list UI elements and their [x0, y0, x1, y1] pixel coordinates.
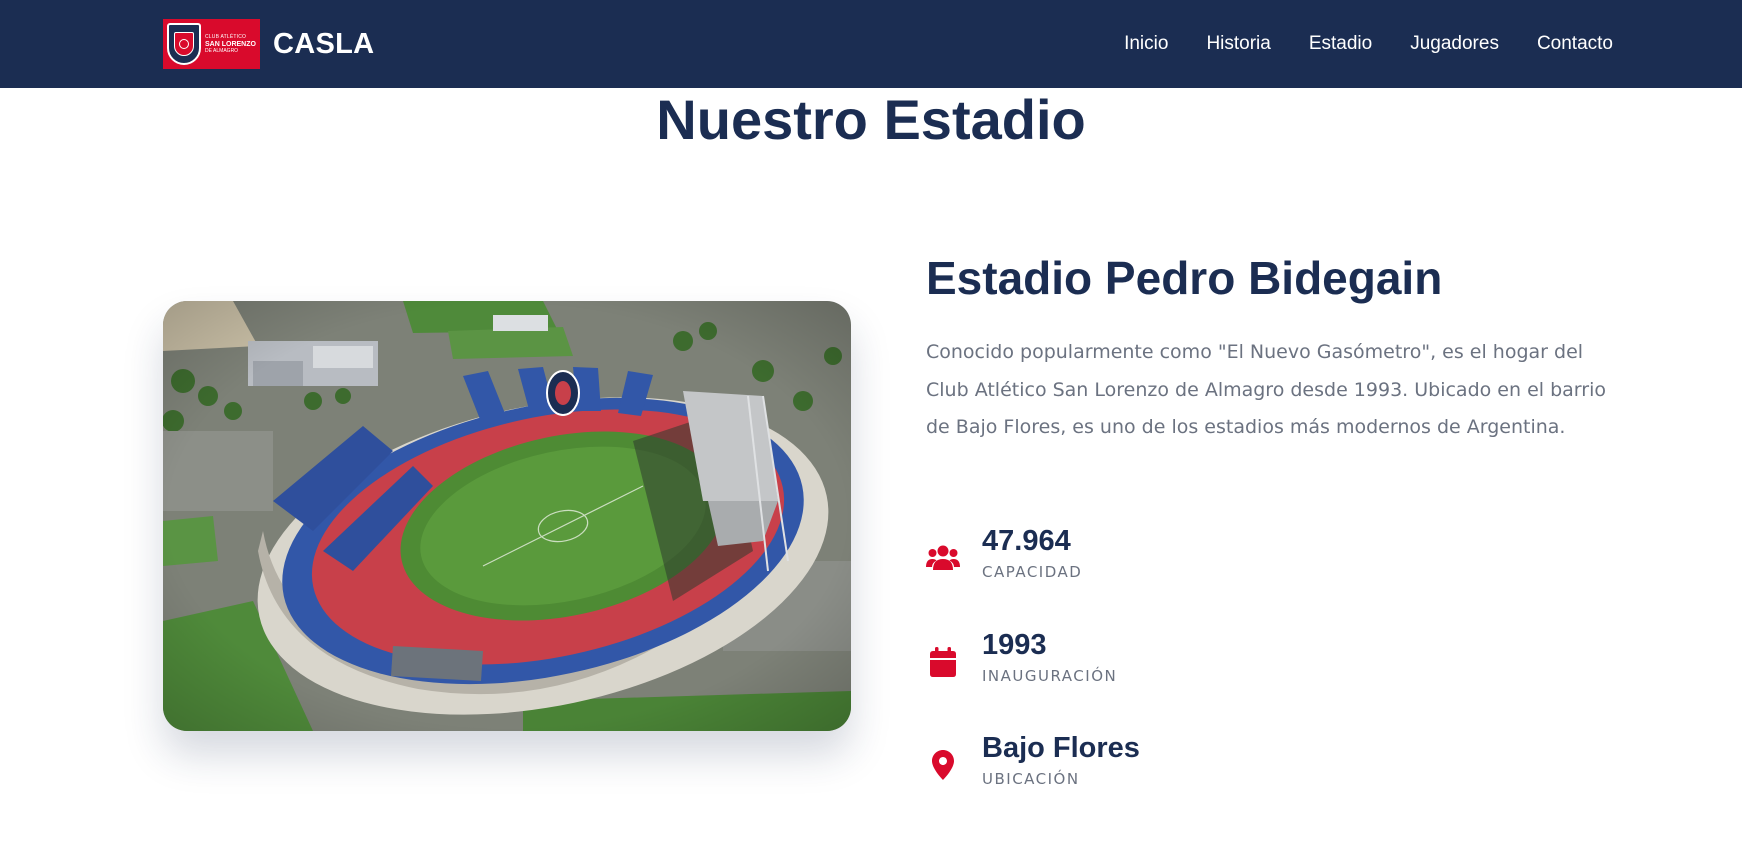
- users-icon: [926, 541, 960, 575]
- stat-inauguration-label: INAUGURACIÓN: [982, 667, 1118, 685]
- logo-wordmark: CLUB ATLÉTICO SAN LORENZO DE ALMAGRO: [205, 33, 256, 54]
- stat-location: Bajo Flores UBICACIÓN: [926, 730, 1326, 800]
- brand-home-link[interactable]: CLUB ATLÉTICO SAN LORENZO DE ALMAGRO CAS…: [163, 19, 374, 69]
- club-logo: CLUB ATLÉTICO SAN LORENZO DE ALMAGRO: [163, 19, 260, 69]
- stat-location-label: UBICACIÓN: [982, 770, 1080, 788]
- calendar-icon: [926, 645, 960, 679]
- nav-link-historia[interactable]: Historia: [1206, 33, 1270, 55]
- stadium-description: Conocido popularmente como "El Nuevo Gas…: [926, 341, 1606, 438]
- main-nav: Inicio Historia Estadio Jugadores Contac…: [1124, 0, 1613, 88]
- stat-inauguration-value: 1993: [982, 629, 1047, 661]
- nav-link-contacto[interactable]: Contacto: [1537, 33, 1613, 55]
- nav-link-estadio[interactable]: Estadio: [1309, 33, 1372, 55]
- stadium-name: Estadio Pedro Bidegain: [926, 252, 1443, 304]
- club-crest-icon: [167, 23, 201, 65]
- section-title: Nuestro Estadio: [656, 88, 1086, 151]
- stadium-photo: [163, 301, 851, 731]
- stat-capacity: 47.964 CAPACIDAD: [926, 523, 1326, 593]
- nav-link-inicio[interactable]: Inicio: [1124, 33, 1168, 55]
- stat-capacity-label: CAPACIDAD: [982, 563, 1083, 581]
- stat-capacity-value: 47.964: [982, 525, 1071, 557]
- navbar: CLUB ATLÉTICO SAN LORENZO DE ALMAGRO CAS…: [0, 0, 1742, 88]
- stat-inauguration: 1993 INAUGURACIÓN: [926, 627, 1326, 697]
- nav-link-jugadores[interactable]: Jugadores: [1410, 33, 1499, 55]
- stat-location-value: Bajo Flores: [982, 732, 1140, 764]
- brand-name: CASLA: [273, 27, 375, 60]
- map-pin-icon: [926, 748, 960, 782]
